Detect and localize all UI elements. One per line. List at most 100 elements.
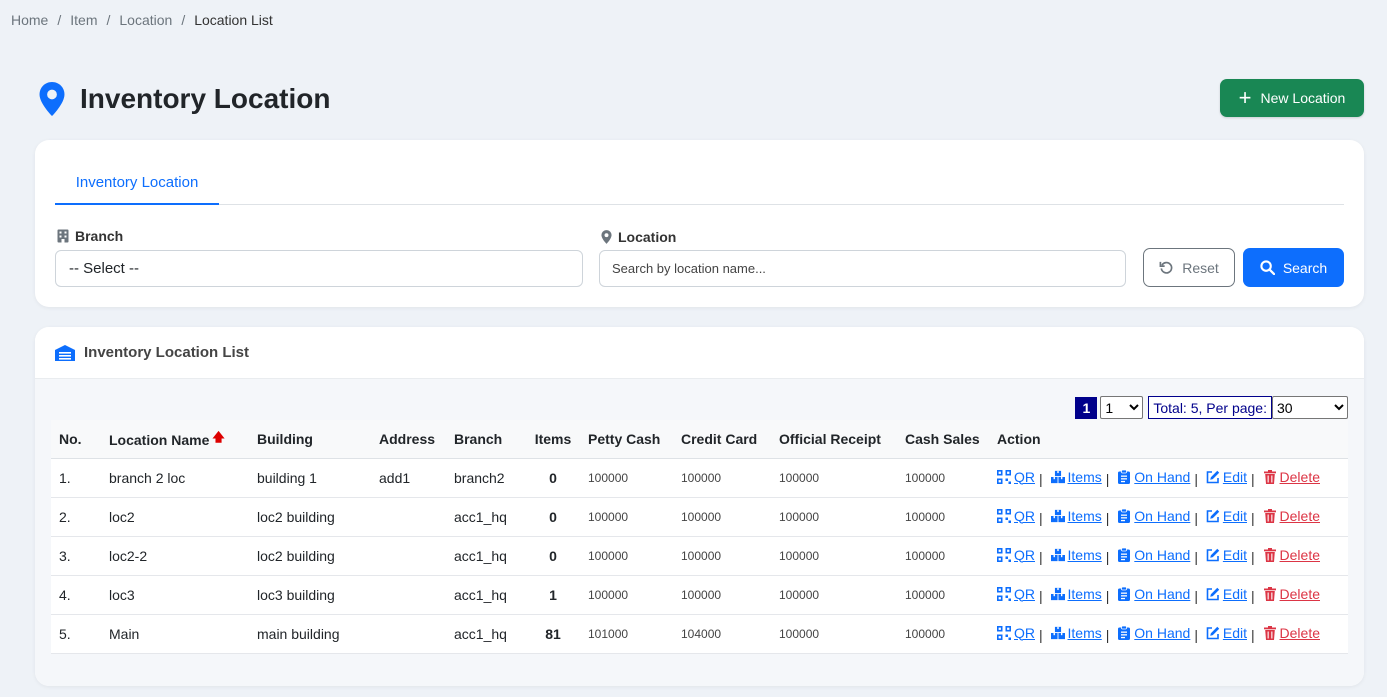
delete-link[interactable]: Delete bbox=[1263, 469, 1320, 485]
map-pin-icon bbox=[39, 82, 65, 116]
items-link[interactable]: Items bbox=[1050, 586, 1102, 602]
cell-building: main building bbox=[249, 614, 371, 654]
items-link[interactable]: Items bbox=[1050, 547, 1102, 563]
clipboard-list-icon bbox=[1118, 586, 1131, 601]
cell-location-name: loc2-2 bbox=[101, 536, 249, 576]
qr-label: QR bbox=[1014, 585, 1035, 602]
table-row: 4. loc3 loc3 building acc1_hq 1 100000 1… bbox=[51, 575, 1348, 615]
edit-link[interactable]: Edit bbox=[1206, 547, 1247, 563]
action-separator: | bbox=[1194, 626, 1198, 643]
col-location-name[interactable]: Location Name 🡅 bbox=[101, 420, 249, 459]
on-hand-label: On Hand bbox=[1134, 468, 1191, 485]
qr-link[interactable]: QR bbox=[997, 547, 1035, 563]
action-separator: | bbox=[1039, 626, 1043, 643]
qr-link[interactable]: QR bbox=[997, 508, 1035, 524]
cell-credit-card: 100000 bbox=[673, 575, 771, 615]
action-separator: | bbox=[1194, 470, 1198, 487]
on-hand-link[interactable]: On Hand bbox=[1117, 547, 1190, 563]
action-separator: | bbox=[1251, 626, 1255, 643]
qr-link[interactable]: QR bbox=[997, 586, 1035, 602]
qr-code-icon bbox=[997, 469, 1011, 484]
on-hand-link[interactable]: On Hand bbox=[1117, 469, 1190, 485]
cell-address bbox=[371, 575, 446, 615]
delete-link[interactable]: Delete bbox=[1263, 508, 1320, 524]
new-location-button[interactable]: + New Location bbox=[1220, 78, 1364, 117]
cell-petty-cash: 101000 bbox=[580, 614, 673, 654]
on-hand-link[interactable]: On Hand bbox=[1117, 625, 1190, 641]
per-page-select[interactable]: 30 bbox=[1272, 396, 1348, 419]
qr-link[interactable]: QR bbox=[997, 625, 1035, 641]
cell-credit-card: 104000 bbox=[673, 614, 771, 654]
edit-link[interactable]: Edit bbox=[1206, 508, 1247, 524]
cell-no: 4. bbox=[51, 575, 101, 615]
reset-label: Reset bbox=[1182, 259, 1219, 276]
page-select[interactable]: 1 bbox=[1100, 396, 1144, 419]
items-link[interactable]: Items bbox=[1050, 508, 1102, 524]
col-branch: Branch bbox=[446, 420, 526, 459]
breadcrumb-location[interactable]: Location bbox=[119, 12, 172, 28]
action-separator: | bbox=[1039, 509, 1043, 526]
clipboard-list-icon bbox=[1118, 469, 1131, 484]
on-hand-link[interactable]: On Hand bbox=[1117, 586, 1190, 602]
qr-label: QR bbox=[1014, 546, 1035, 563]
cell-branch: branch2 bbox=[446, 458, 526, 498]
qr-code-icon bbox=[997, 586, 1011, 601]
edit-label: Edit bbox=[1222, 546, 1247, 563]
cell-branch: acc1_hq bbox=[446, 536, 526, 576]
qr-label: QR bbox=[1014, 507, 1035, 524]
delete-link[interactable]: Delete bbox=[1263, 625, 1320, 641]
cell-official-receipt: 100000 bbox=[771, 614, 897, 654]
items-link[interactable]: Items bbox=[1050, 625, 1102, 641]
cell-address bbox=[371, 614, 446, 654]
building-icon bbox=[57, 229, 69, 243]
items-link[interactable]: Items bbox=[1050, 468, 1102, 485]
breadcrumb-home[interactable]: Home bbox=[11, 12, 48, 28]
action-separator: | bbox=[1039, 470, 1043, 487]
boxes-icon bbox=[1050, 509, 1065, 522]
breadcrumb-current: Location List bbox=[194, 12, 273, 28]
reset-button[interactable]: Reset bbox=[1143, 248, 1235, 287]
on-hand-label: On Hand bbox=[1134, 546, 1191, 563]
col-address: Address bbox=[371, 420, 446, 459]
delete-link[interactable]: Delete bbox=[1263, 586, 1320, 602]
current-page[interactable]: 1 bbox=[1075, 396, 1098, 419]
map-pin-icon bbox=[601, 230, 612, 244]
action-separator: | bbox=[1194, 587, 1198, 604]
cell-branch: acc1_hq bbox=[446, 497, 526, 537]
cell-address bbox=[371, 536, 446, 576]
boxes-icon bbox=[1050, 470, 1065, 483]
items-label: Items bbox=[1067, 468, 1102, 485]
edit-link[interactable]: Edit bbox=[1206, 469, 1247, 485]
location-search-input[interactable] bbox=[599, 250, 1126, 287]
delete-link[interactable]: Delete bbox=[1263, 547, 1320, 563]
tab-inventory-location[interactable]: Inventory Location bbox=[55, 162, 219, 205]
cell-branch: acc1_hq bbox=[446, 575, 526, 615]
breadcrumb-separator: / bbox=[181, 12, 186, 28]
on-hand-link[interactable]: On Hand bbox=[1117, 508, 1190, 524]
cell-building: loc3 building bbox=[249, 575, 371, 615]
branch-select[interactable]: -- Select -- bbox=[55, 250, 583, 287]
qr-link[interactable]: QR bbox=[997, 469, 1035, 485]
location-label-text: Location bbox=[618, 229, 677, 245]
cell-address: add1 bbox=[371, 458, 446, 498]
breadcrumb-separator: / bbox=[106, 12, 111, 28]
boxes-icon bbox=[1050, 587, 1065, 600]
cell-credit-card: 100000 bbox=[673, 497, 771, 537]
cell-petty-cash: 100000 bbox=[580, 458, 673, 498]
filter-card: Inventory Location Branch -- Select -- L… bbox=[35, 140, 1364, 307]
breadcrumb-separator: / bbox=[57, 12, 62, 28]
cell-official-receipt: 100000 bbox=[771, 536, 897, 576]
pagination: 1 1 Total: 5, Per page: 30 bbox=[1075, 396, 1348, 419]
edit-link[interactable]: Edit bbox=[1206, 586, 1247, 602]
search-button[interactable]: Search bbox=[1243, 248, 1344, 287]
edit-link[interactable]: Edit bbox=[1206, 625, 1247, 641]
boxes-icon bbox=[1050, 626, 1065, 639]
edit-icon bbox=[1206, 509, 1220, 522]
table-row: 5. Main main building acc1_hq 81 101000 … bbox=[51, 614, 1348, 654]
branch-label: Branch bbox=[57, 228, 123, 244]
action-separator: | bbox=[1105, 470, 1110, 487]
breadcrumb-item[interactable]: Item bbox=[70, 12, 97, 28]
cell-petty-cash: 100000 bbox=[580, 575, 673, 615]
cell-items: 81 bbox=[526, 614, 580, 654]
edit-icon bbox=[1206, 470, 1220, 483]
